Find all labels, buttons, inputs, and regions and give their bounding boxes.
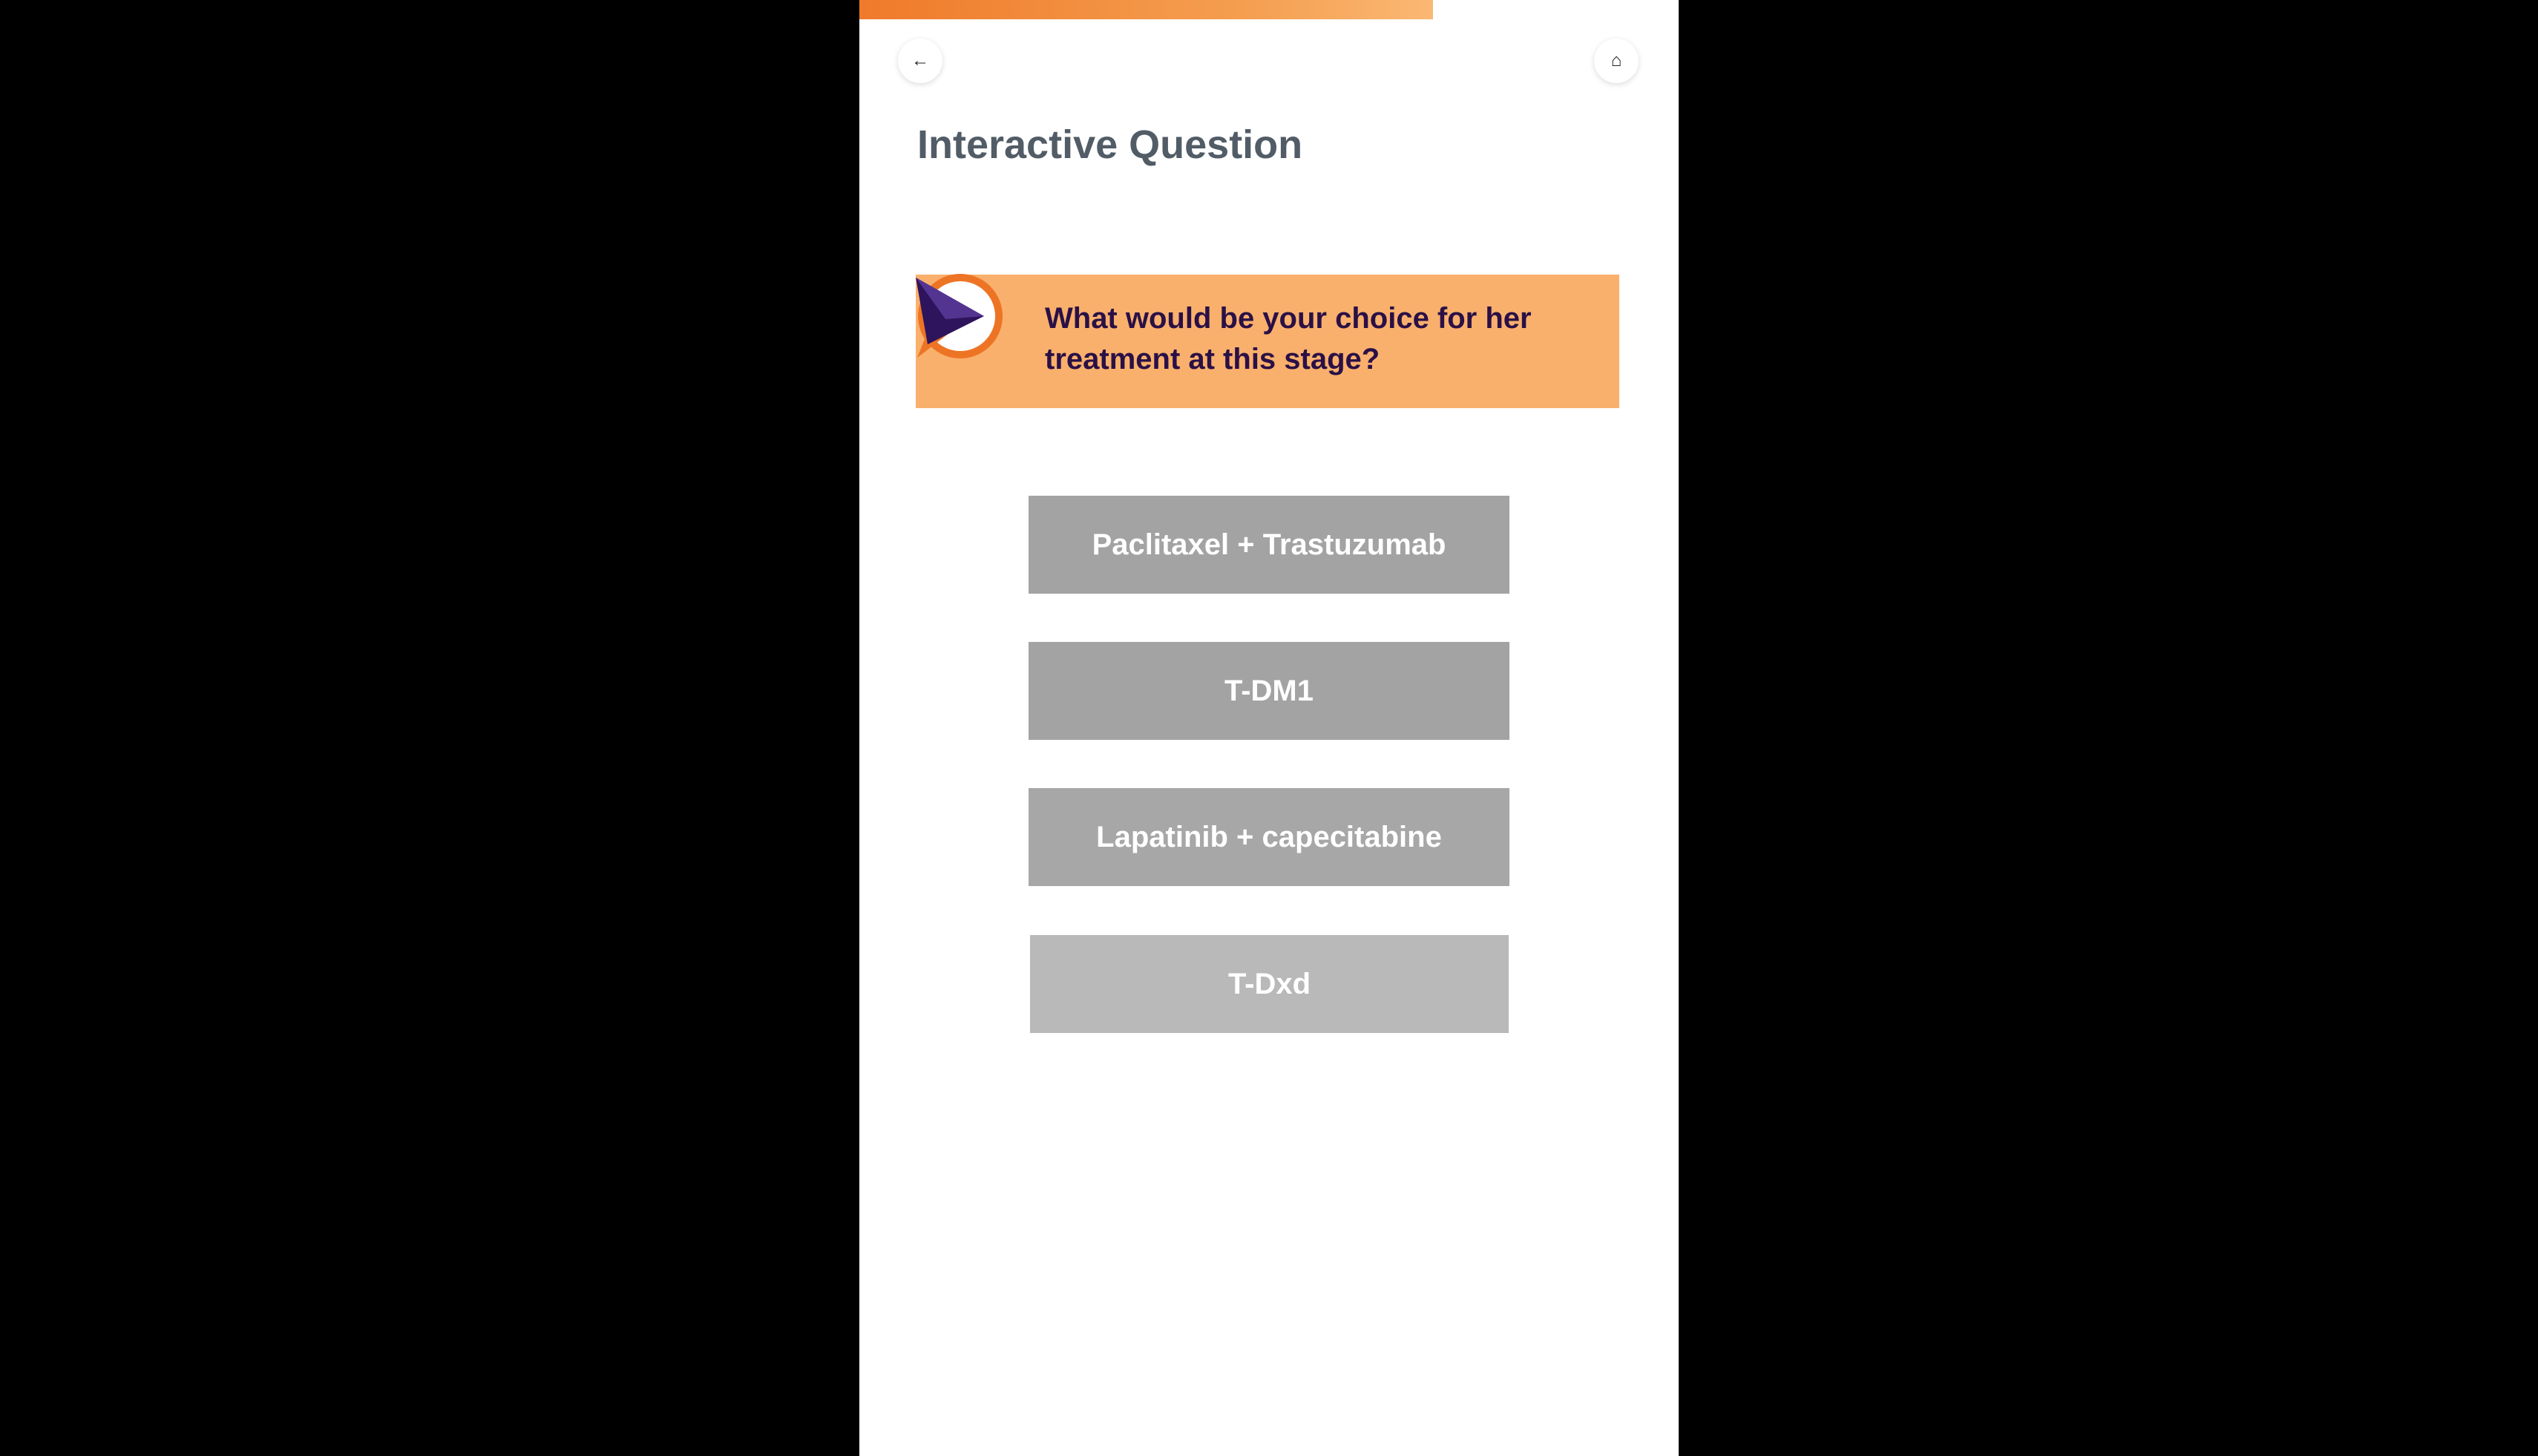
back-button[interactable]: ← (898, 39, 942, 83)
play-pointer-logo (916, 274, 1003, 358)
question-banner: What would be your choice for her treatm… (916, 274, 1619, 408)
answer-option[interactable]: T-Dxd (1030, 935, 1509, 1033)
answer-option-label: Lapatinib + capecitabine (1096, 820, 1442, 853)
page-title: Interactive Question (917, 122, 1303, 167)
progress-bar-fill (859, 0, 1433, 19)
progress-bar (859, 0, 1679, 19)
home-icon: ⌂ (1610, 50, 1622, 70)
answer-option-label: Paclitaxel + Trastuzumab (1092, 528, 1446, 561)
answer-option-label: T-Dxd (1227, 967, 1311, 1000)
answer-option[interactable]: T-DM1 (1029, 642, 1509, 740)
answer-option-label: T-DM1 (1224, 674, 1314, 707)
question-text: What would be your choice for her treatm… (1045, 302, 1532, 376)
answer-option[interactable]: Lapatinib + capecitabine (1029, 788, 1509, 886)
arrow-left-icon: ← (911, 50, 929, 70)
answer-option[interactable]: Paclitaxel + Trastuzumab (1029, 496, 1509, 594)
app-viewport: ← ⌂ Interactive Question What would be y… (859, 0, 1679, 1456)
home-button[interactable]: ⌂ (1594, 39, 1639, 83)
